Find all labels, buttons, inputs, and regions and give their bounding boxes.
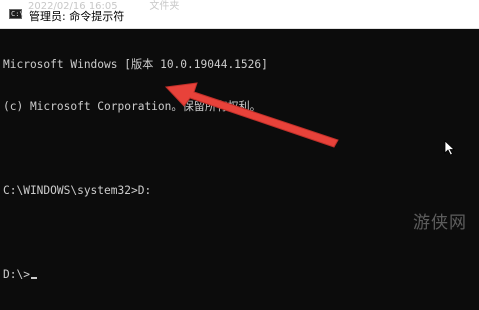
command-prompt-window: 2022/02/16 16:05 文件夹 C:\ 管理员: 命令提示符 Micr… bbox=[0, 0, 479, 281]
mouse-pointer-icon bbox=[444, 140, 456, 156]
watermark: 游侠网 bbox=[413, 213, 467, 233]
console-prompt: D:\> bbox=[3, 268, 30, 281]
text-cursor bbox=[30, 277, 37, 279]
annotation-arrow-icon bbox=[164, 82, 339, 148]
console-prompt-line[interactable]: D:\> bbox=[3, 268, 268, 282]
